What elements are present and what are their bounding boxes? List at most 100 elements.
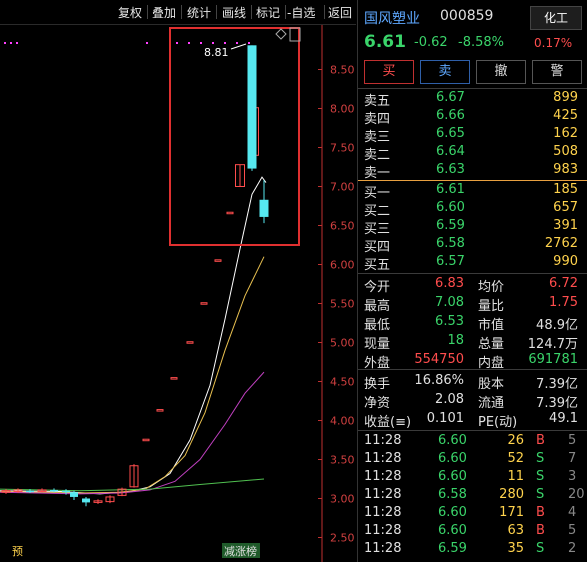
sector-button[interactable]: 化工 xyxy=(530,6,582,30)
bid-row[interactable]: 买四 6.58 2762 xyxy=(358,236,587,255)
ask-label: 卖四 xyxy=(364,112,391,127)
bid-row[interactable]: 买一 6.61 185 xyxy=(358,182,587,201)
diamond-icon[interactable] xyxy=(275,28,287,40)
bid-row[interactable]: 买三 6.59 391 xyxy=(358,218,587,237)
trade-row[interactable]: 11:28 6.60 26 B 5 xyxy=(358,433,587,451)
statistics-button[interactable]: 统计 xyxy=(187,4,211,21)
toolbar-divider xyxy=(324,5,325,19)
remove-watchlist-button[interactable]: -自选 xyxy=(287,4,315,21)
price-change: -0.62 xyxy=(414,35,448,50)
trade-count: 5 xyxy=(568,523,577,538)
chart-toolbar: 复权 叠加 统计 画线 标记 -自选 返回 xyxy=(0,0,356,25)
toolbar-divider xyxy=(285,5,286,19)
candle-body xyxy=(200,302,208,305)
trade-price: 6.58 xyxy=(438,487,467,502)
max-price-pointer xyxy=(230,43,247,50)
trade-time: 11:28 xyxy=(364,505,402,520)
trade-time: 11:28 xyxy=(364,523,402,538)
stat-value: 1.75 xyxy=(549,295,578,310)
stat-row: 今开 6.83 均价 6.72 xyxy=(358,276,587,295)
ask-volume: 425 xyxy=(553,108,578,123)
stat-row: 外盘 554750 内盘 691781 xyxy=(358,352,587,371)
candle-body xyxy=(259,199,269,217)
ask-volume: 508 xyxy=(553,144,578,159)
quote-panel: 国风塑业 000859 化工 0.17% 6.61 -0.62 -8.58% 买… xyxy=(357,0,587,562)
bid-volume: 657 xyxy=(553,200,578,215)
stat-label: 换手 xyxy=(364,377,391,392)
order-book-divider xyxy=(358,180,587,181)
marker-dot xyxy=(248,42,250,44)
ma10-line xyxy=(0,256,265,494)
ma60-line xyxy=(0,478,265,492)
buy-button[interactable]: 买 xyxy=(364,60,414,84)
trade-row[interactable]: 11:28 6.58 280 S 20 xyxy=(358,487,587,505)
bid-row[interactable]: 买五 6.57 990 xyxy=(358,254,587,273)
ask-volume: 899 xyxy=(553,90,578,105)
trade-row[interactable]: 11:28 6.59 35 S 2 xyxy=(358,541,587,559)
candle-body xyxy=(186,341,194,344)
marker-dot xyxy=(146,42,148,44)
y-tick-label: 3.50 xyxy=(330,454,355,467)
cancel-order-button[interactable]: 撤 xyxy=(476,60,526,84)
divider xyxy=(358,88,587,89)
trade-row[interactable]: 11:28 6.60 11 S 3 xyxy=(358,469,587,487)
overlay-button[interactable]: 叠加 xyxy=(152,4,176,21)
y-tick-label: 7.00 xyxy=(330,181,355,194)
highlight-box xyxy=(169,27,300,246)
candlestick-chart[interactable]: 8.50 8.00 7.50 7.00 6.50 6.00 5.50 5.00 4.50 4.00… xyxy=(0,25,356,562)
ask-price: 6.66 xyxy=(436,108,465,123)
mark-button[interactable]: 标记 xyxy=(256,4,280,21)
trade-row[interactable]: 11:28 6.60 52 S 7 xyxy=(358,451,587,469)
back-button[interactable]: 返回 xyxy=(328,4,352,21)
ask-row[interactable]: 卖三 6.65 162 xyxy=(358,126,587,145)
trade-time: 11:28 xyxy=(364,487,402,502)
ask-row[interactable]: 卖一 6.63 983 xyxy=(358,162,587,181)
trade-count: 4 xyxy=(568,505,577,520)
y-tick-label: 4.50 xyxy=(330,376,355,389)
alert-button[interactable]: 警 xyxy=(532,60,582,84)
stat-row: 最高 7.08 量比 1.75 xyxy=(358,295,587,314)
trade-side: B xyxy=(536,523,545,538)
stat-value: 7.39亿 xyxy=(536,396,578,411)
stat-label: 流通 xyxy=(478,396,505,411)
stat-label: PE(动) xyxy=(478,415,518,430)
trade-count: 2 xyxy=(568,541,577,556)
ask-volume: 162 xyxy=(553,126,578,141)
y-tick-label: 8.50 xyxy=(330,64,355,77)
ma5-line xyxy=(0,176,267,495)
trade-row[interactable]: 11:28 6.60 63 B 5 xyxy=(358,523,587,541)
trade-price: 6.60 xyxy=(438,433,467,448)
candle-body xyxy=(142,438,150,442)
ask-row[interactable]: 卖五 6.67 899 xyxy=(358,90,587,109)
trade-volume: 11 xyxy=(507,469,524,484)
trade-volume: 52 xyxy=(507,451,524,466)
ask-label: 卖五 xyxy=(364,94,391,109)
bid-row[interactable]: 买二 6.60 657 xyxy=(358,200,587,219)
trade-side: S xyxy=(536,541,545,556)
trade-price: 6.59 xyxy=(438,541,467,556)
trade-row[interactable]: 11:28 6.60 171 B 4 xyxy=(358,505,587,523)
sell-button[interactable]: 卖 xyxy=(420,60,470,84)
candle-body xyxy=(226,211,234,215)
gain-rank-tag[interactable]: 减涨榜 xyxy=(224,544,257,558)
ask-row[interactable]: 卖二 6.64 508 xyxy=(358,144,587,163)
candle-body xyxy=(82,498,90,503)
ask-row[interactable]: 卖四 6.66 425 xyxy=(358,108,587,127)
draw-line-button[interactable]: 画线 xyxy=(222,4,246,21)
fundamental-row: 净资 2.08 流通 7.39亿 xyxy=(358,392,587,411)
bid-price: 6.59 xyxy=(436,218,465,233)
ask-label: 卖二 xyxy=(364,148,391,163)
trade-price: 6.60 xyxy=(438,505,467,520)
restore-rights-button[interactable]: 复权 xyxy=(118,4,142,21)
stat-label: 均价 xyxy=(478,280,505,295)
y-tick-label: 6.00 xyxy=(330,259,355,272)
trade-side: B xyxy=(536,433,545,448)
trade-volume: 171 xyxy=(499,505,524,520)
bid-volume: 185 xyxy=(553,182,578,197)
marker-dot xyxy=(4,42,6,44)
stock-name[interactable]: 国风塑业 xyxy=(364,8,420,28)
marker-dot xyxy=(212,42,214,44)
bid-price: 6.58 xyxy=(436,236,465,251)
ask-price: 6.64 xyxy=(436,144,465,159)
trade-volume: 35 xyxy=(507,541,524,556)
